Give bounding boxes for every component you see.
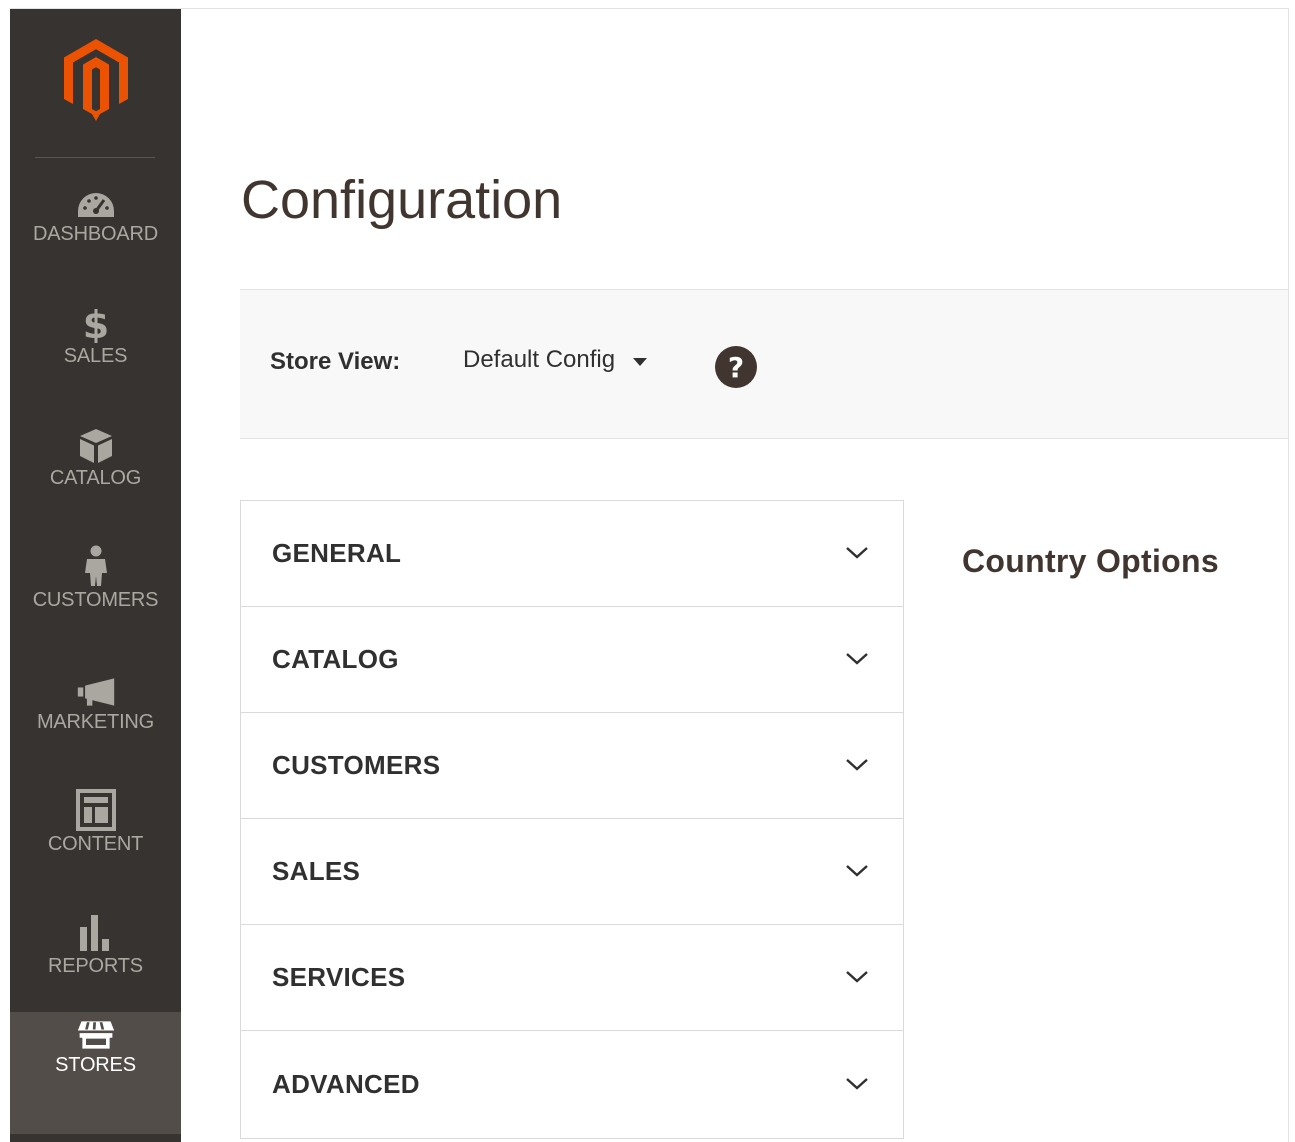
tab-advanced[interactable]: ADVANCED	[241, 1031, 903, 1138]
admin-sidebar: DASHBOARD $ SALES CATALOG CUSTOMERS MARK…	[10, 9, 181, 1142]
sidebar-item-dashboard[interactable]: DASHBOARD	[10, 181, 181, 303]
tab-general[interactable]: GENERAL	[241, 501, 903, 607]
caret-down-icon	[633, 358, 648, 366]
sidebar-item-label: STORES	[55, 1054, 136, 1076]
sidebar-item-label: DASHBOARD	[33, 223, 158, 245]
chevron-down-icon	[846, 758, 868, 771]
tab-label: GENERAL	[272, 538, 402, 568]
storefront-icon	[76, 1012, 116, 1052]
chevron-down-icon	[846, 970, 868, 983]
person-icon	[76, 545, 116, 587]
sidebar-item-customers[interactable]: CUSTOMERS	[10, 545, 181, 669]
tab-label: SALES	[272, 856, 361, 886]
help-icon[interactable]: ?	[714, 345, 758, 389]
magento-logo[interactable]	[10, 39, 181, 129]
bar-chart-icon	[76, 913, 116, 953]
logo-separator	[35, 157, 155, 158]
svg-text:$: $	[82, 303, 108, 343]
store-view-bar: Store View: Default Config ?	[240, 289, 1288, 439]
tab-catalog[interactable]: CATALOG	[241, 607, 903, 713]
tab-sales[interactable]: SALES	[241, 819, 903, 925]
sidebar-item-sales[interactable]: $ SALES	[10, 303, 181, 425]
tab-label: SERVICES	[272, 962, 406, 992]
sidebar-item-label: MARKETING	[36, 711, 155, 733]
chevron-down-icon	[846, 652, 868, 665]
sidebar-item-content[interactable]: CONTENT	[10, 789, 181, 913]
section-title: Country Options	[962, 543, 1219, 579]
sidebar-item-label: CATALOG	[49, 467, 142, 489]
tab-label: CUSTOMERS	[272, 750, 441, 780]
store-view-selected: Default Config	[463, 346, 616, 373]
sidebar-item-label: SALES	[63, 345, 128, 367]
megaphone-icon	[76, 669, 116, 709]
sidebar-item-label: CUSTOMERS	[32, 589, 159, 611]
dashboard-gauge-icon	[76, 181, 116, 221]
chevron-down-icon	[846, 546, 868, 559]
store-view-label: Store View:	[270, 348, 401, 375]
store-view-switcher[interactable]: Default Config	[463, 346, 648, 374]
sidebar-item-catalog[interactable]: CATALOG	[10, 425, 181, 547]
sidebar-item-marketing[interactable]: MARKETING	[10, 669, 181, 791]
tab-label: CATALOG	[272, 644, 399, 674]
svg-text:?: ?	[728, 351, 744, 384]
layout-icon	[75, 789, 116, 831]
page-title: Configuration	[241, 170, 563, 230]
chevron-down-icon	[846, 864, 868, 877]
tab-label: ADVANCED	[272, 1069, 420, 1099]
chevron-down-icon	[846, 1077, 868, 1090]
sidebar-item-stores[interactable]: STORES	[10, 1012, 181, 1134]
box-icon	[76, 425, 116, 465]
sidebar-item-label: CONTENT	[47, 833, 144, 855]
tab-customers[interactable]: CUSTOMERS	[241, 713, 903, 819]
dollar-icon: $	[76, 303, 116, 343]
tab-services[interactable]: SERVICES	[241, 925, 903, 1031]
magento-logo-icon	[63, 39, 128, 121]
sidebar-item-label: REPORTS	[48, 955, 143, 977]
app-window: DASHBOARD $ SALES CATALOG CUSTOMERS MARK…	[10, 8, 1289, 1142]
config-tabs: GENERAL CATALOG CUSTOMERS SALES SERVICES…	[240, 500, 904, 1139]
